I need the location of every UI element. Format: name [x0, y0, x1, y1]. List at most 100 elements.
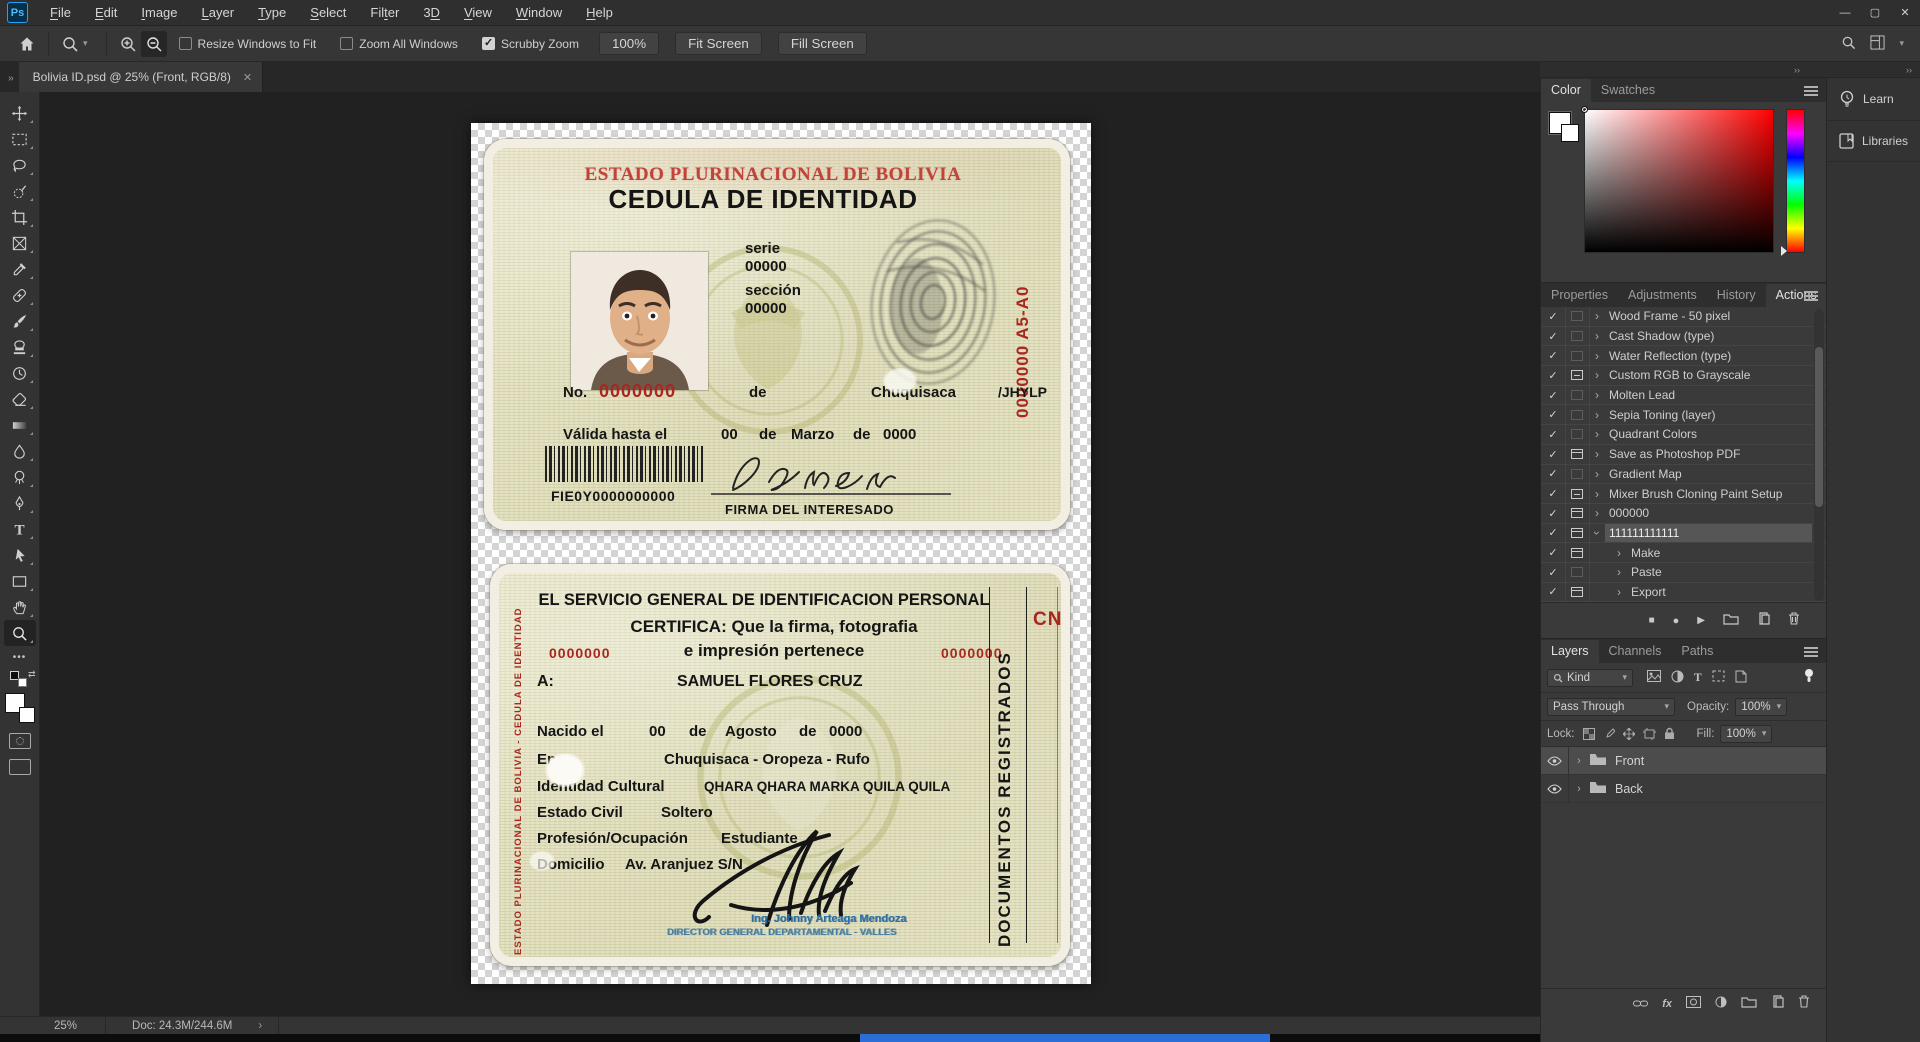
menu-file[interactable]: File — [38, 0, 83, 26]
filter-adjustment-layers-icon[interactable] — [1671, 670, 1684, 686]
action-check-icon[interactable]: ✓ — [1541, 566, 1565, 579]
layer-row-front[interactable]: ›Front — [1541, 747, 1826, 775]
eyedropper-tool[interactable] — [4, 256, 36, 282]
action-expand-icon[interactable]: › — [1589, 368, 1605, 382]
link-layers-icon[interactable] — [1633, 995, 1648, 1013]
action-dialog-toggle-icon[interactable] — [1565, 370, 1589, 380]
tab-adjustments[interactable]: Adjustments — [1618, 284, 1707, 307]
menu-image[interactable]: Image — [129, 0, 189, 26]
spot-healing-brush-tool[interactable] — [4, 282, 36, 308]
checkbox-zoom-all-windows[interactable]: Zoom All Windows — [340, 37, 458, 51]
layer-visibility-eye-icon[interactable] — [1541, 747, 1569, 774]
action-dialog-toggle-icon[interactable] — [1565, 410, 1589, 420]
learn-panel-button[interactable]: Learn — [1827, 78, 1920, 121]
zoom-in-button[interactable] — [115, 31, 141, 57]
hue-slider-arrow[interactable] — [1781, 246, 1787, 256]
action-row-gradient-map[interactable]: ✓›Gradient Map — [1541, 465, 1826, 485]
action-dialog-toggle-icon[interactable] — [1565, 528, 1589, 538]
action-expand-icon[interactable]: › — [1611, 565, 1627, 579]
dodge-tool[interactable] — [4, 464, 36, 490]
action-expand-icon[interactable]: › — [1589, 427, 1605, 441]
lock-artboard-icon[interactable] — [1643, 728, 1656, 740]
action-expand-icon[interactable]: › — [1589, 388, 1605, 402]
history-brush-tool[interactable] — [4, 360, 36, 386]
action-expand-icon[interactable]: › — [1590, 525, 1604, 541]
actions-scrollbar-thumb[interactable] — [1815, 347, 1823, 507]
checkbox-icon[interactable] — [179, 37, 192, 50]
swap-colors-icon[interactable]: ⇄ — [28, 669, 36, 680]
menu-window[interactable]: Window — [504, 0, 574, 26]
action-row-mixer-brush-cloning-paint-setup[interactable]: ✓›Mixer Brush Cloning Paint Setup — [1541, 484, 1826, 504]
foreground-background-swatch[interactable] — [5, 693, 35, 723]
action-row-molten-lead[interactable]: ✓›Molten Lead — [1541, 386, 1826, 406]
zoom-tool[interactable] — [4, 620, 36, 646]
menu-help[interactable]: Help — [574, 0, 625, 26]
opacity-dropdown[interactable]: 100%▾ — [1735, 698, 1787, 716]
action-check-icon[interactable]: ✓ — [1541, 507, 1565, 520]
new-action-set-icon[interactable] — [1723, 612, 1739, 630]
lock-position-icon[interactable] — [1623, 728, 1635, 740]
quick-mask-icon[interactable] — [9, 733, 31, 749]
action-row-000000[interactable]: ✓›000000 — [1541, 504, 1826, 524]
action-dialog-toggle-icon[interactable] — [1565, 567, 1589, 577]
color-panel-swatches[interactable] — [1549, 112, 1583, 146]
action-check-icon[interactable]: ✓ — [1541, 585, 1565, 598]
tab-properties[interactable]: Properties — [1541, 284, 1618, 307]
screen-mode-icon[interactable] — [9, 759, 31, 775]
add-layer-mask-icon[interactable] — [1686, 995, 1701, 1013]
lock-pixels-icon[interactable] — [1603, 728, 1615, 740]
action-check-icon[interactable]: ✓ — [1541, 546, 1565, 559]
quick-selection-tool[interactable] — [4, 178, 36, 204]
tab-color[interactable]: Color — [1541, 79, 1591, 102]
action-expand-icon[interactable]: › — [1589, 447, 1605, 461]
layer-visibility-eye-icon[interactable] — [1541, 775, 1569, 802]
action-expand-icon[interactable]: › — [1589, 467, 1605, 481]
canvas-area[interactable]: ESTADO PLURINACIONAL DE BOLIVIA CEDULA D… — [40, 92, 1540, 1016]
action-row-sepia-toning-layer-[interactable]: ✓›Sepia Toning (layer) — [1541, 405, 1826, 425]
action-check-icon[interactable]: ✓ — [1541, 349, 1565, 362]
action-check-icon[interactable]: ✓ — [1541, 389, 1565, 402]
action-expand-icon[interactable]: › — [1589, 309, 1605, 323]
libraries-panel-button[interactable]: Libraries — [1827, 121, 1920, 162]
filter-type-layers-icon[interactable]: T — [1694, 672, 1702, 684]
filter-shape-layers-icon[interactable] — [1712, 670, 1725, 685]
background-color-swatch[interactable] — [19, 707, 35, 723]
action-dialog-toggle-icon[interactable] — [1565, 331, 1589, 341]
action-dialog-toggle-icon[interactable] — [1565, 469, 1589, 479]
action-check-icon[interactable]: ✓ — [1541, 310, 1565, 323]
action-check-icon[interactable]: ✓ — [1541, 467, 1565, 480]
action-row-water-reflection-type-[interactable]: ✓›Water Reflection (type) — [1541, 346, 1826, 366]
action-check-icon[interactable]: ✓ — [1541, 487, 1565, 500]
fill-screen-button[interactable]: Fill Screen — [778, 32, 867, 55]
action-row-quadrant-colors[interactable]: ✓›Quadrant Colors — [1541, 425, 1826, 445]
action-expand-icon[interactable]: › — [1589, 487, 1605, 501]
rectangle-tool[interactable] — [4, 568, 36, 594]
new-action-icon[interactable] — [1757, 612, 1770, 630]
zoom-level-button[interactable]: 100% — [599, 32, 659, 55]
action-row-make[interactable]: ✓›Make — [1541, 543, 1826, 563]
rail-collapse-icon[interactable]: ›› — [1906, 65, 1912, 75]
hand-tool[interactable] — [4, 594, 36, 620]
edit-toolbar-icon[interactable]: ••• — [0, 652, 39, 663]
tab-paths[interactable]: Paths — [1671, 640, 1723, 663]
menu-type[interactable]: Type — [246, 0, 298, 26]
photoshop-logo-icon[interactable]: Ps — [7, 2, 28, 23]
color-panel-menu-icon[interactable] — [1804, 84, 1818, 96]
workspace-chevron-icon[interactable]: ▾ — [1899, 38, 1904, 49]
lasso-tool[interactable] — [4, 152, 36, 178]
action-expand-icon[interactable]: › — [1589, 329, 1605, 343]
action-dialog-toggle-icon[interactable] — [1565, 429, 1589, 439]
layers-panel-menu-icon[interactable] — [1804, 645, 1818, 657]
close-button[interactable]: ✕ — [1890, 0, 1920, 26]
filter-pixel-layers-icon[interactable] — [1647, 670, 1661, 685]
checkbox-icon[interactable] — [482, 37, 495, 50]
action-check-icon[interactable]: ✓ — [1541, 526, 1565, 539]
layer-style-fx-icon[interactable]: fx — [1662, 998, 1672, 1010]
new-adjustment-layer-icon[interactable] — [1715, 995, 1727, 1013]
checkbox-scrubby-zoom[interactable]: Scrubby Zoom — [482, 37, 579, 51]
actions-scrollbar[interactable] — [1814, 309, 1824, 601]
action-check-icon[interactable]: ✓ — [1541, 330, 1565, 343]
stop-playing-icon[interactable]: ■ — [1649, 615, 1655, 626]
dock-collapse-icon[interactable]: ›› — [1794, 65, 1800, 75]
action-dialog-toggle-icon[interactable] — [1565, 548, 1589, 558]
